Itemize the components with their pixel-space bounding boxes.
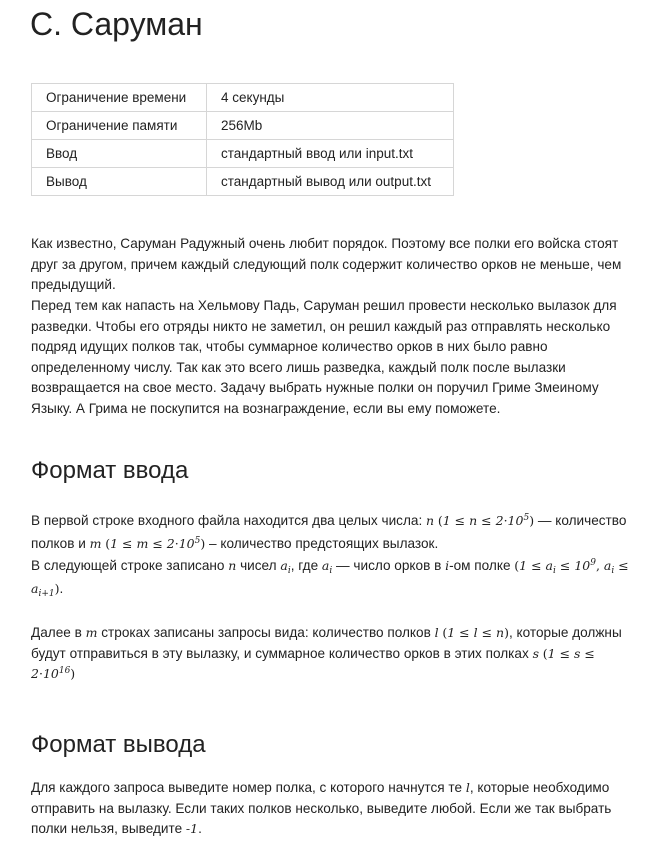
limit-label: Ограничение времени (31, 83, 207, 112)
output-format-paragraph: Для каждого запроса выведите номер полка… (31, 778, 643, 840)
math-formula: (1 ≤ n ≤ 2·105) (437, 513, 535, 528)
limit-value: 4 секунды (206, 83, 454, 112)
math-formula: ai (321, 558, 333, 576)
input-format-text: — число орков в (332, 558, 446, 573)
page-title: C. Саруман (30, 6, 203, 42)
table-row: Ограничение памяти 256Mb (31, 111, 454, 140)
output-format-heading: Формат вывода (31, 731, 206, 758)
math-formula: s (532, 645, 539, 661)
input-format-text: -ом полке (449, 558, 515, 573)
limit-label: Вывод (31, 167, 207, 196)
table-row: Ограничение времени 4 секунды (31, 83, 454, 112)
math-formula: m (89, 535, 102, 551)
limit-value: стандартный ввод или input.txt (206, 139, 454, 168)
input-format-paragraph-1: В первой строке входного файла находится… (31, 513, 629, 599)
statement-paragraph-1: Как известно, Саруман Радужный очень люб… (31, 236, 622, 293)
input-format-text: В первой строке входного файла находится… (31, 513, 427, 528)
limit-label: Ввод (31, 139, 207, 168)
input-format-text: В следующей строке записано (31, 558, 229, 573)
math-formula: n (426, 513, 435, 528)
limits-table: Ограничение времени 4 секунды Ограничени… (31, 83, 454, 196)
limit-value: 256Mb (206, 111, 454, 140)
problem-page: C. Саруман Ограничение времени 4 секунды… (0, 0, 659, 857)
table-row: Вывод стандартный вывод или output.txt (31, 167, 454, 196)
input-format-text: строках записаны запросы вида: количеств… (97, 625, 435, 640)
table-row: Ввод стандартный ввод или input.txt (31, 139, 454, 168)
math-formula: m (85, 625, 98, 640)
math-formula: (1 ≤ l ≤ n) (442, 625, 509, 640)
math-formula: (1 ≤ m ≤ 2·105) (105, 535, 206, 551)
input-format-text: чисел (236, 558, 281, 573)
input-format-paragraph-2: Далее в m строках записаны запросы вида:… (31, 623, 643, 685)
output-format-text: Для каждого запроса выведите номер полка… (31, 780, 466, 795)
input-format-text: Далее в (31, 625, 86, 640)
output-format-text: . (198, 821, 202, 837)
input-format-heading: Формат ввода (31, 457, 189, 484)
limit-label: Ограничение памяти (31, 111, 207, 140)
limit-value: стандартный вывод или output.txt (206, 167, 454, 196)
math-formula: -1 (185, 821, 199, 837)
input-format-text: – количество предстоящих вылазок. (205, 535, 439, 551)
statement-paragraph-2: Перед тем как напасть на Хельмову Падь, … (31, 298, 617, 416)
input-format-text: , где (290, 558, 322, 573)
math-formula: l (434, 625, 439, 640)
math-formula: ai (280, 558, 291, 576)
